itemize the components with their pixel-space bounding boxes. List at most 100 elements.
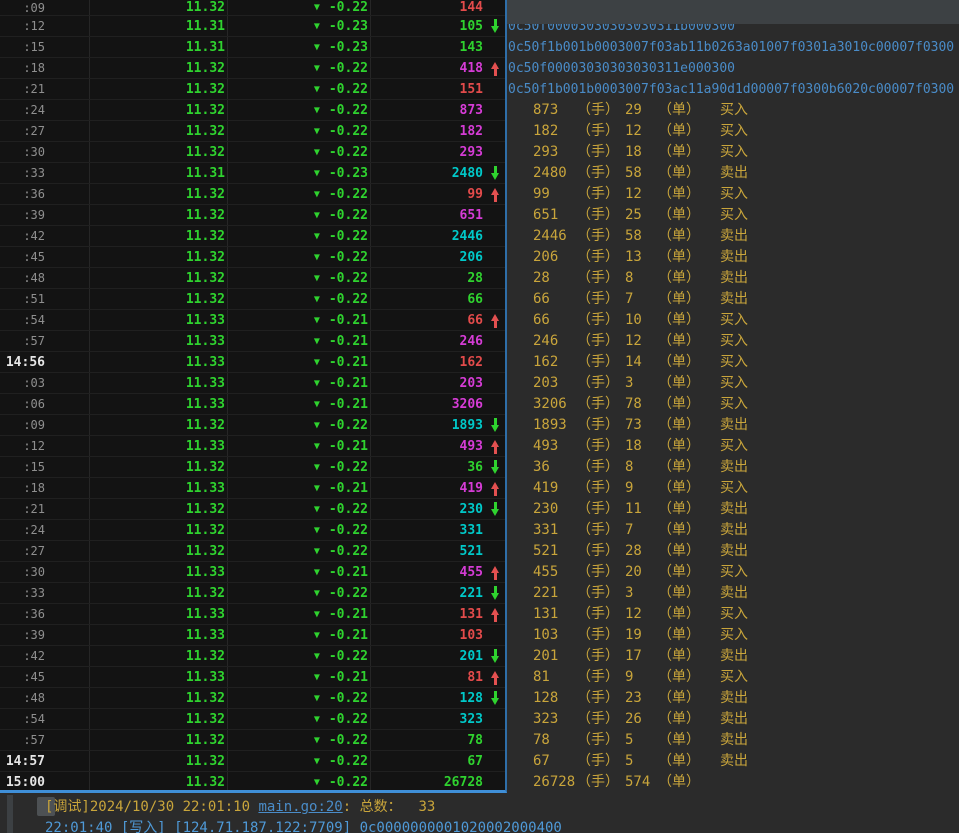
tape-row[interactable]: :5711.33▼-0.21246 [0,331,505,352]
tape-price: 11.32 [90,268,228,288]
tape-row[interactable]: :5411.32▼-0.22323 [0,709,505,730]
tape-change: ▼-0.22 [228,100,371,120]
unit-order-label: （单） [658,646,720,667]
tape-time: :27 [0,541,90,561]
tape-row[interactable]: :3311.32▼-0.22221 [0,583,505,604]
down-triangle-icon: ▼ [314,63,320,74]
tape-arrow-cell [488,562,504,582]
tape-row[interactable]: :5411.33▼-0.2166 [0,310,505,331]
down-arrow-icon [491,460,501,475]
tape-change: ▼-0.21 [228,436,371,456]
tape-time: :48 [0,688,90,708]
tape-row[interactable]: 14:5711.32▼-0.2267 [0,751,505,772]
trade-order-count: 7 [625,289,658,310]
tape-row[interactable]: :4211.32▼-0.22201 [0,646,505,667]
trade-row: 103（手）19（单）买入 [507,625,748,646]
tape-row[interactable]: :3911.33▼-0.21103 [0,625,505,646]
trade-row: 36（手）8（单）卖出 [507,457,748,478]
tape-row[interactable]: :0911.32▼-0.22144 [0,0,505,16]
tape-arrow-cell [488,688,504,708]
tape-price: 11.32 [90,226,228,246]
tape-time: :36 [0,604,90,624]
unit-order-label: （单） [658,247,720,268]
tape-row[interactable]: :5711.32▼-0.2278 [0,730,505,751]
trade-volume: 246 [533,331,577,352]
tape-row[interactable]: :3011.32▼-0.22293 [0,142,505,163]
tape-row[interactable]: :1811.33▼-0.21419 [0,478,505,499]
tape-row[interactable]: :5111.32▼-0.2266 [0,289,505,310]
tape-row[interactable]: :2711.32▼-0.22182 [0,121,505,142]
unit-order-label: （单） [658,562,720,583]
trade-side-label: 卖出 [720,688,748,709]
tape-volume: 67 [371,751,488,771]
trade-side-label: 买入 [720,310,748,331]
tape-volume: 1893 [371,415,488,435]
tape-change: ▼-0.22 [228,730,371,750]
tape-row[interactable]: :1511.32▼-0.2236 [0,457,505,478]
tape-arrow-cell [488,0,504,15]
tape-change: ▼-0.22 [228,520,371,540]
down-triangle-icon: ▼ [314,756,320,767]
tape-row[interactable]: :1211.33▼-0.21493 [0,436,505,457]
tape-row[interactable]: :0911.32▼-0.221893 [0,415,505,436]
tape-row[interactable]: :0611.33▼-0.213206 [0,394,505,415]
tape-row[interactable]: :4811.32▼-0.2228 [0,268,505,289]
trade-volume: 206 [533,247,577,268]
unit-hand-label: （手） [577,667,625,688]
tape-volume: 28 [371,268,488,288]
tape-row[interactable]: :2111.32▼-0.22230 [0,499,505,520]
tape-row[interactable]: :2711.32▼-0.22521 [0,541,505,562]
trade-row: 28（手）8（单）卖出 [507,268,748,289]
tape-change: ▼-0.22 [228,226,371,246]
trade-row: 131（手）12（单）买入 [507,604,748,625]
tape-row[interactable]: :1211.31▼-0.23105 [0,16,505,37]
unit-hand-label: （手） [577,373,625,394]
tape-row[interactable]: :3611.33▼-0.21131 [0,604,505,625]
tape-time: :39 [0,205,90,225]
tape-row[interactable]: :2411.32▼-0.22331 [0,520,505,541]
tape-row[interactable]: :4211.32▼-0.222446 [0,226,505,247]
down-triangle-icon: ▼ [314,42,320,53]
tape-row[interactable]: :3911.32▼-0.22651 [0,205,505,226]
tape-volume: 99 [371,184,488,204]
trade-side-label: 买入 [720,436,748,457]
up-arrow-icon [491,313,501,328]
trade-order-count: 5 [625,730,658,751]
unit-order-label: （单） [658,499,720,520]
tape-row[interactable]: :4811.32▼-0.22128 [0,688,505,709]
tape-price: 11.31 [90,163,228,183]
source-link[interactable]: main.go:20 [258,799,342,815]
up-arrow-icon [491,481,501,496]
tape-row[interactable]: 14:5611.33▼-0.21162 [0,352,505,373]
down-triangle-icon: ▼ [314,126,320,137]
tape-change: ▼-0.21 [228,667,371,687]
down-triangle-icon: ▼ [314,777,320,788]
tape-row[interactable]: :1511.31▼-0.23143 [0,37,505,58]
tape-row[interactable]: :2411.32▼-0.22873 [0,100,505,121]
tape-row[interactable]: :4511.33▼-0.2181 [0,667,505,688]
tape-change-value: -0.22 [329,502,368,517]
trade-order-count: 73 [625,415,658,436]
tape-volume: 3206 [371,394,488,414]
tape-row[interactable]: :2111.32▼-0.22151 [0,79,505,100]
tape-row[interactable]: :0311.33▼-0.21203 [0,373,505,394]
tape-change: ▼-0.23 [228,16,371,36]
tape-row[interactable]: :3311.31▼-0.232480 [0,163,505,184]
tape-row[interactable]: :3611.32▼-0.2299 [0,184,505,205]
tape-volume: 78 [371,730,488,750]
tape-change: ▼-0.22 [228,184,371,204]
tape-price: 11.33 [90,667,228,687]
tape-price: 11.32 [90,730,228,750]
unit-hand-label: （手） [577,121,625,142]
tape-row[interactable]: :1811.32▼-0.22418 [0,58,505,79]
down-triangle-icon: ▼ [314,336,320,347]
tape-arrow-cell [488,289,504,309]
tape-volume: 103 [371,625,488,645]
trade-side-label: 卖出 [720,226,748,247]
debug-log-suffix: : 总数： 33 [343,799,436,815]
tape-row[interactable]: :4511.32▼-0.22206 [0,247,505,268]
tape-row[interactable]: :3011.33▼-0.21455 [0,562,505,583]
tape-change-value: -0.22 [329,61,368,76]
tape-row[interactable]: 15:0011.32▼-0.2226728 [0,772,505,793]
tape-price: 11.33 [90,562,228,582]
